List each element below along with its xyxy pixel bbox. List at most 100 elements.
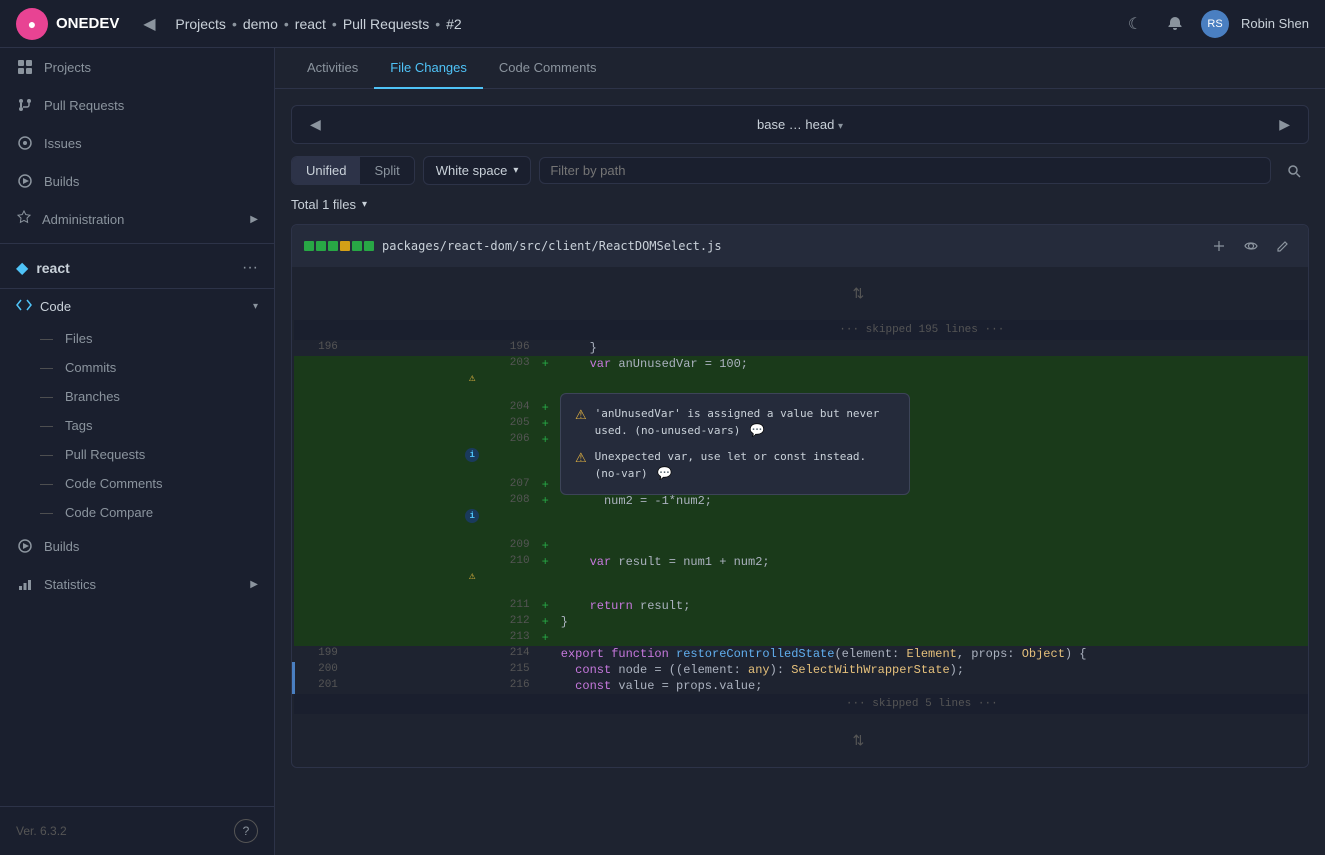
file-action-buttons	[1206, 233, 1296, 259]
table-row: 199 214 export function restoreControlle…	[294, 646, 1309, 662]
warning-item-2: ⚠ Unexpected var, use let or const inste…	[575, 449, 895, 482]
code-label: Code	[40, 299, 71, 314]
sidebar-item-code-compare[interactable]: — Code Compare	[8, 498, 274, 527]
code-table: ⇅ ··· skipped 195 lines ··· 196	[292, 267, 1308, 767]
warning-comment-link-2[interactable]: 💬	[657, 466, 672, 480]
info-icon: i	[465, 448, 479, 462]
help-button[interactable]: ?	[234, 819, 258, 843]
sidebar-item-projects[interactable]: Projects	[0, 48, 274, 86]
sidebar-item-builds-sub[interactable]: Builds	[0, 527, 274, 565]
breadcrumb-react[interactable]: react	[295, 16, 326, 32]
file-diff-button[interactable]	[1206, 233, 1232, 259]
sidebar-item-pull-requests-sub[interactable]: — Pull Requests	[8, 440, 274, 469]
sidebar-item-code-comments[interactable]: — Code Comments	[8, 469, 274, 498]
tags-label: Tags	[65, 418, 92, 433]
warning-text-2: Unexpected var, use let or const instead…	[595, 450, 867, 480]
code-expand-icon: ▾	[253, 301, 258, 312]
warning-icon: ⚠	[469, 373, 476, 385]
file-status-dots	[304, 241, 374, 251]
commits-label: Commits	[65, 360, 116, 375]
repo-name: react	[36, 260, 234, 276]
status-dot	[340, 241, 350, 251]
compare-label: base … head ▾	[335, 117, 1265, 132]
tab-file-changes[interactable]: File Changes	[374, 48, 483, 89]
sidebar-item-pull-requests[interactable]: Pull Requests	[0, 86, 274, 124]
unified-button[interactable]: Unified	[292, 157, 360, 184]
theme-toggle-button[interactable]: ☾	[1121, 10, 1149, 38]
table-row: 211 + return result;	[294, 598, 1309, 614]
compare-dropdown-icon: ▾	[838, 121, 843, 132]
administration-label: Administration	[42, 212, 124, 227]
total-files-label: Total 1 files	[291, 197, 356, 212]
issues-icon	[16, 134, 34, 152]
builds-label: Builds	[44, 174, 79, 189]
compare-prev-button[interactable]: ◀	[304, 112, 327, 137]
info-icon: i	[465, 509, 479, 523]
repo-icon: ◆	[16, 258, 28, 278]
user-name: Robin Shen	[1241, 16, 1309, 31]
collapse-button-bottom[interactable]: ⇅	[852, 732, 864, 749]
collapse-sidebar-button[interactable]: ◀	[135, 10, 163, 38]
pull-requests-label: Pull Requests	[44, 98, 124, 113]
split-button[interactable]: Split	[360, 157, 413, 184]
statistics-chevron-icon: ▶	[250, 579, 258, 590]
view-options: Unified Split White space ▾	[291, 156, 1309, 185]
builds-sub-icon	[16, 537, 34, 555]
notifications-button[interactable]	[1161, 10, 1189, 38]
whitespace-button[interactable]: White space ▾	[423, 156, 532, 185]
sidebar-item-administration[interactable]: Administration ▶	[0, 200, 274, 239]
breadcrumb-projects[interactable]: Projects	[175, 16, 226, 32]
repo-more-button[interactable]: ···	[242, 259, 258, 277]
filter-input[interactable]	[550, 163, 1260, 178]
files-label: Files	[65, 331, 92, 346]
tabs-bar: Activities File Changes Code Comments	[275, 48, 1325, 89]
collapse-row: ⇅	[294, 267, 1309, 320]
projects-icon	[16, 58, 34, 76]
table-row: 212 + }	[294, 614, 1309, 630]
warning-comment-link-1[interactable]: 💬	[750, 423, 765, 437]
sidebar-item-tags[interactable]: — Tags	[8, 411, 274, 440]
table-row: 209 +	[294, 538, 1309, 554]
tab-code-comments[interactable]: Code Comments	[483, 48, 613, 89]
top-navigation: ● ONEDEV ◀ Projects • demo • react • Pul…	[0, 0, 1325, 48]
breadcrumb: Projects • demo • react • Pull Requests …	[175, 16, 1121, 32]
whitespace-dropdown-icon: ▾	[513, 165, 518, 176]
sidebar-item-branches[interactable]: — Branches	[8, 382, 274, 411]
skipped-lines-row: ··· skipped 195 lines ···	[294, 320, 1309, 340]
total-files[interactable]: Total 1 files ▾	[291, 197, 1309, 212]
table-row: 213 +	[294, 630, 1309, 646]
warning-text-1: 'anUnusedVar' is assigned a value but ne…	[595, 407, 880, 437]
table-row: i 208 + num2 = -1*num2;	[294, 493, 1309, 538]
repo-header: ◆ react ···	[0, 248, 274, 289]
file-edit-button[interactable]	[1270, 233, 1296, 259]
branches-label: Branches	[65, 389, 120, 404]
collapse-button[interactable]: ⇅	[852, 285, 864, 302]
logo-area[interactable]: ● ONEDEV	[16, 8, 119, 40]
warning-triangle-icon-2: ⚠	[575, 450, 587, 466]
sidebar-item-code[interactable]: Code ▾	[0, 289, 274, 324]
code-comments-label: Code Comments	[65, 476, 163, 491]
breadcrumb-pull-requests[interactable]: Pull Requests	[343, 16, 429, 32]
warning-tooltip: ⚠ 'anUnusedVar' is assigned a value but …	[560, 393, 910, 495]
file-diff-block: packages/react-dom/src/client/ReactDOMSe…	[291, 224, 1309, 768]
sidebar-item-files[interactable]: — Files	[8, 324, 274, 353]
builds-sub-label: Builds	[44, 539, 79, 554]
sidebar-bottom: Ver. 6.3.2 ?	[0, 806, 274, 855]
status-dot	[364, 241, 374, 251]
search-button[interactable]	[1279, 160, 1309, 182]
status-dot	[304, 241, 314, 251]
sidebar-item-builds[interactable]: Builds	[0, 162, 274, 200]
tab-activities[interactable]: Activities	[291, 48, 374, 89]
file-view-button[interactable]	[1238, 233, 1264, 259]
sidebar-item-issues[interactable]: Issues	[0, 124, 274, 162]
sidebar-item-statistics[interactable]: Statistics ▶	[0, 565, 274, 603]
sidebar-item-commits[interactable]: — Commits	[8, 353, 274, 382]
code-icon	[16, 297, 32, 316]
compare-next-button[interactable]: ▶	[1273, 112, 1296, 137]
status-dot	[328, 241, 338, 251]
user-avatar: RS	[1201, 10, 1229, 38]
breadcrumb-demo[interactable]: demo	[243, 16, 278, 32]
content-area: Activities File Changes Code Comments ◀ …	[275, 48, 1325, 855]
compare-bar: ◀ base … head ▾ ▶	[291, 105, 1309, 144]
breadcrumb-number[interactable]: #2	[446, 16, 462, 32]
